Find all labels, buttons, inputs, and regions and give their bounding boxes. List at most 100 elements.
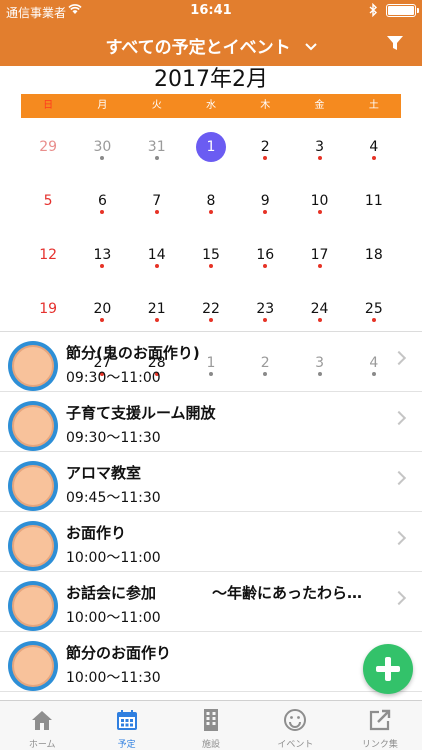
day-number: 24: [310, 301, 329, 317]
event-title: お話会に参加: [66, 584, 157, 602]
calendar-day[interactable]: 17: [292, 226, 346, 280]
day-number: 31: [147, 139, 166, 155]
calendar-day[interactable]: 16: [238, 226, 292, 280]
tab-facilities[interactable]: 施設: [169, 701, 253, 750]
tab-home[interactable]: ホーム: [0, 701, 84, 750]
calendar-day-today[interactable]: 1: [184, 118, 238, 172]
calendar-day[interactable]: 11: [347, 172, 401, 226]
calendar-week: 29 30 31 1 2 3 4: [21, 118, 401, 172]
event-title: アロマ教室: [66, 464, 142, 482]
calendar-day[interactable]: 10: [292, 172, 346, 226]
event-row[interactable]: 子育て支援ルーム開放 09:30〜11:30: [0, 392, 422, 452]
month-label: 2017年2月: [154, 67, 268, 92]
day-number: 12: [39, 247, 58, 263]
status-bar: 通信事業者 16:41: [0, 0, 422, 22]
event-time: 09:30〜11:00: [66, 370, 161, 386]
event-title: 節分のお面作り: [66, 644, 172, 662]
calendar-day[interactable]: 5: [21, 172, 75, 226]
chevron-right-icon: [391, 590, 407, 606]
event-dot: [263, 210, 268, 214]
calendar-day[interactable]: 12: [21, 226, 75, 280]
event-title: お面作り: [66, 524, 127, 542]
event-dot: [154, 156, 159, 160]
calendar-day[interactable]: 15: [184, 226, 238, 280]
tab-links[interactable]: リンク集: [338, 701, 422, 750]
day-number: 11: [364, 193, 383, 209]
calendar-day[interactable]: 25: [347, 280, 401, 334]
event-dot: [317, 318, 322, 322]
calendar-day[interactable]: 9: [238, 172, 292, 226]
day-number: 16: [256, 247, 275, 263]
day-number: 19: [39, 301, 58, 317]
event-time: 10:00〜11:30: [66, 670, 161, 686]
calendar-day[interactable]: 13: [75, 226, 129, 280]
event-dot: [100, 210, 105, 214]
baby-face-icon: [8, 341, 58, 391]
calendar-day[interactable]: 3: [292, 118, 346, 172]
weekday-sat: 土: [368, 100, 379, 111]
add-event-button[interactable]: [363, 644, 413, 694]
chevron-down-icon: [304, 43, 317, 51]
calendar-day[interactable]: 21: [130, 280, 184, 334]
event-dot: [371, 156, 376, 160]
bluetooth-icon: [369, 3, 378, 17]
calendar-day[interactable]: 23: [238, 280, 292, 334]
event-subtitle: 〜年齢にあったわら…: [212, 584, 363, 602]
building-icon: [204, 709, 219, 731]
event-dot: [154, 210, 159, 214]
calendar-day[interactable]: 31: [130, 118, 184, 172]
calendar-day[interactable]: 6: [75, 172, 129, 226]
calendar-day[interactable]: 14: [130, 226, 184, 280]
calendar-day[interactable]: 22: [184, 280, 238, 334]
day-number: 29: [39, 139, 58, 155]
calendar-day[interactable]: 18: [347, 226, 401, 280]
baby-face-icon: [8, 641, 58, 691]
calendar-day[interactable]: 24: [292, 280, 346, 334]
day-number: 1: [206, 139, 216, 155]
baby-face-icon: [8, 521, 58, 571]
event-dot: [371, 318, 376, 322]
calendar-day[interactable]: 20: [75, 280, 129, 334]
tab-label: 施設: [202, 740, 221, 750]
baby-face-icon: [8, 401, 58, 451]
day-number: 5: [43, 193, 53, 209]
day-number: 30: [93, 139, 112, 155]
tab-label: イベント: [277, 740, 314, 750]
event-row[interactable]: アロマ教室 09:45〜11:30: [0, 452, 422, 512]
calendar-day[interactable]: 2: [238, 118, 292, 172]
calendar-filter-dropdown[interactable]: すべての予定とイベント: [0, 33, 422, 58]
baby-face-icon: [8, 581, 58, 631]
calendar-day[interactable]: 4: [347, 118, 401, 172]
event-dot: [100, 318, 105, 322]
event-row[interactable]: 節分(鬼のお面作り) 09:30〜11:00: [0, 332, 422, 392]
day-number: 8: [206, 193, 216, 209]
chevron-right-icon: [391, 470, 407, 486]
calendar-day[interactable]: 8: [184, 172, 238, 226]
day-number: 3: [315, 139, 324, 155]
event-row[interactable]: お面作り 10:00〜11:00: [0, 512, 422, 572]
weekday-thu: 木: [260, 100, 271, 111]
day-number: 7: [152, 193, 162, 209]
event-dot: [317, 210, 322, 214]
tab-label: 予定: [117, 740, 136, 750]
day-number: 14: [147, 247, 166, 263]
calendar-day[interactable]: 7: [130, 172, 184, 226]
event-dot: [208, 264, 213, 268]
calendar-day[interactable]: 30: [75, 118, 129, 172]
weekday-fri: 金: [314, 100, 325, 111]
weekday-header: 日 月 火 水 木 金 土: [21, 94, 401, 118]
day-number: 10: [310, 193, 329, 209]
tab-events[interactable]: イベント: [253, 701, 337, 750]
weekday-mon: 月: [97, 100, 108, 111]
filter-icon[interactable]: [386, 34, 404, 52]
event-dot: [100, 264, 105, 268]
event-time: 09:45〜11:30: [66, 490, 161, 506]
calendar-day[interactable]: 19: [21, 280, 75, 334]
event-row[interactable]: 節分のお面作り 10:00〜11:30: [0, 632, 422, 692]
tab-schedule[interactable]: 予定: [84, 701, 168, 750]
event-row[interactable]: お話会に参加 〜年齢にあったわら… 10:00〜11:00: [0, 572, 422, 632]
calendar-day[interactable]: 29: [21, 118, 75, 172]
event-title: 節分(鬼のお面作り): [66, 344, 200, 362]
day-number: 22: [202, 301, 220, 317]
chevron-right-icon: [391, 350, 407, 366]
